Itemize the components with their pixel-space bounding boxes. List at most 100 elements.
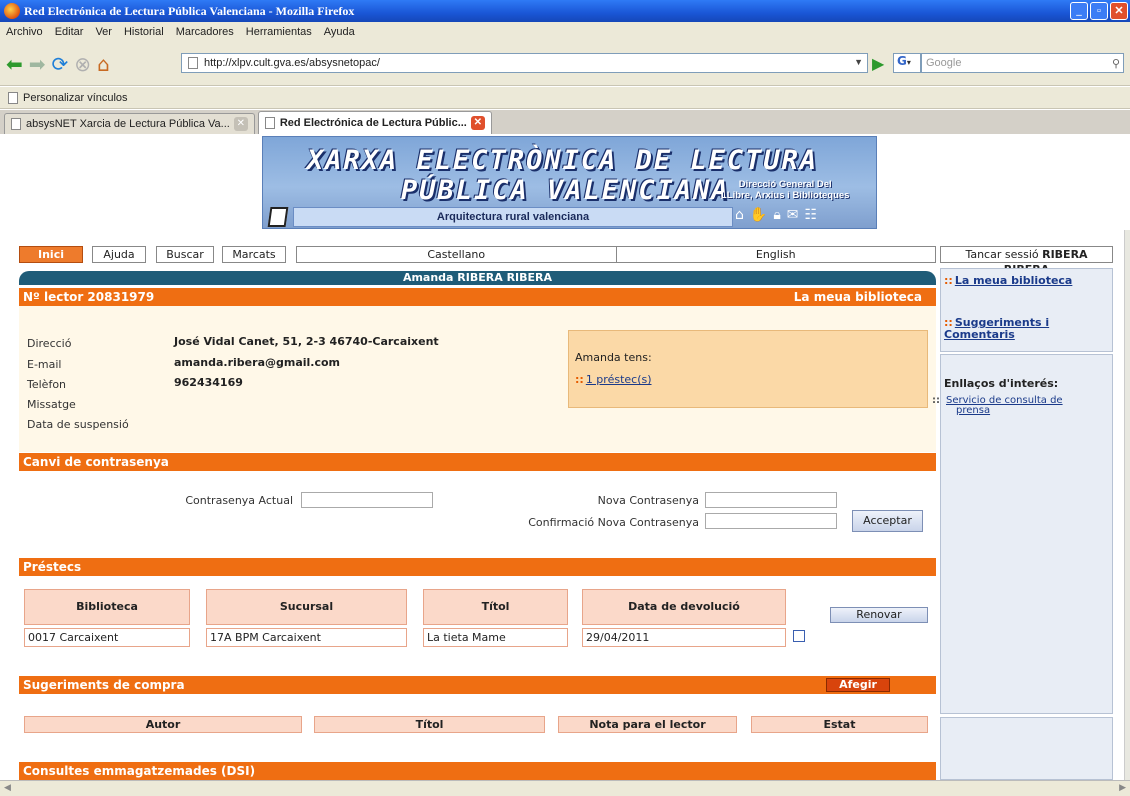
menu-herramientas[interactable]: Herramientas xyxy=(246,26,312,38)
maximize-button[interactable]: ▫ xyxy=(1090,2,1108,20)
password-form: Contrasenya Actual Nova Contrasenya Conf… xyxy=(19,471,936,557)
horizontal-scrollbar[interactable]: ◀ ▶ xyxy=(0,780,1130,796)
message-label: Missatge xyxy=(27,398,76,411)
address-label: Direcció xyxy=(27,337,72,350)
sitemap-icon[interactable]: ☷ xyxy=(805,207,818,223)
sg-col-estat: Estat xyxy=(751,716,928,733)
go-arrow-icon[interactable]: ▶ xyxy=(872,54,884,73)
tab-page-icon xyxy=(11,118,21,130)
new-password-input[interactable] xyxy=(705,492,837,508)
user-name-bar: Amanda RIBERA RIBERA xyxy=(19,271,936,285)
menu-ayuda[interactable]: Ayuda xyxy=(324,26,355,38)
sidebar-links-box: Enllaços d'interés: :: Servicio de consul… xyxy=(932,354,1113,714)
sidebar-press-link[interactable]: :: Servicio de consulta de prensa xyxy=(932,396,1094,416)
loans-header: Préstecs xyxy=(19,558,936,576)
loan-titol: La tieta Mame xyxy=(423,628,568,647)
english-link[interactable]: English xyxy=(615,247,936,262)
buscar-button[interactable]: Buscar xyxy=(156,246,214,263)
confirm-password-label: Confirmació Nova Contrasenya xyxy=(528,516,699,529)
reader-header: Nº lector 20831979 La meua biblioteca xyxy=(19,288,936,306)
password-header: Canvi de contrasenya xyxy=(19,453,936,471)
renew-button[interactable]: Renovar xyxy=(830,607,928,623)
address-value: José Vidal Canet, 51, 2-3 46740-Carcaixe… xyxy=(174,335,439,348)
forward-arrow-icon[interactable]: ➡ xyxy=(29,52,46,76)
menu-marcadores[interactable]: Marcadores xyxy=(176,26,234,38)
tab-red-electronica[interactable]: Red Electrónica de Lectura Públic... ✕ xyxy=(257,111,492,134)
sidebar-top-box: :: La meua biblioteca :: Suggeriments i Co… xyxy=(940,268,1113,352)
loans-col-sucursal: Sucursal xyxy=(206,589,407,625)
email-label: E-mail xyxy=(27,358,62,371)
lock-icon[interactable]: 🔒︎ xyxy=(773,207,780,223)
minimize-button[interactable]: _ xyxy=(1070,2,1088,20)
search-engine-icon[interactable]: G▾ xyxy=(893,53,921,73)
tab-label: absysNET Xarcia de Lectura Pública Va... xyxy=(26,118,230,130)
suggestions-table: Autor Títol Nota para el lector Estat xyxy=(19,694,936,762)
suggestions-header: Sugeriments de compra Afegir xyxy=(19,676,936,694)
page-icon xyxy=(188,57,198,69)
scroll-left-icon[interactable]: ◀ xyxy=(4,783,11,793)
current-password-input[interactable] xyxy=(301,492,433,508)
menu-historial[interactable]: Historial xyxy=(124,26,164,38)
search-input[interactable]: Google ⚲ xyxy=(921,53,1124,73)
house-icon[interactable]: ⌂ xyxy=(735,207,744,223)
reload-icon[interactable]: ⟳ xyxy=(52,52,69,76)
search-icon[interactable]: ⚲ xyxy=(1112,55,1120,73)
sg-col-titol: Títol xyxy=(314,716,545,733)
sg-col-autor: Autor xyxy=(24,716,302,733)
mail-icon[interactable]: ✉ xyxy=(787,207,799,223)
url-bar[interactable]: http://xlpv.cult.gva.es/absysnetopac/ ▼ xyxy=(181,53,868,73)
language-bar: Castellano English xyxy=(296,246,936,263)
inici-button[interactable]: Inici xyxy=(19,246,83,263)
back-arrow-icon[interactable]: ⬅ xyxy=(6,52,23,76)
ajuda-button[interactable]: Ajuda xyxy=(92,246,146,263)
accept-button[interactable]: Acceptar xyxy=(852,510,923,532)
reader-number: Nº lector 20831979 xyxy=(23,290,155,304)
sidebar-my-library-link[interactable]: :: La meua biblioteca xyxy=(944,275,1072,287)
tab-absysnet[interactable]: absysNET Xarcia de Lectura Pública Va...… xyxy=(4,113,255,134)
marcats-button[interactable]: Marcats xyxy=(222,246,286,263)
help-icon[interactable]: ✋ xyxy=(750,207,767,223)
vertical-scrollbar[interactable] xyxy=(1124,230,1130,780)
suspension-label: Data de suspensió xyxy=(27,418,129,431)
sidebar-suggestions-link[interactable]: :: Suggeriments i Comentaris xyxy=(944,317,1084,341)
tab-strip: absysNET Xarcia de Lectura Pública Va...… xyxy=(0,110,1130,134)
banner-dg: Direcció General Del LLibre, Arxius i Bi… xyxy=(721,179,850,201)
close-button[interactable]: ✕ xyxy=(1110,2,1128,20)
url-text: http://xlpv.cult.gva.es/absysnetopac/ xyxy=(204,57,380,69)
loan-sucursal: 17A BPM Carcaixent xyxy=(206,628,407,647)
add-suggestion-button[interactable]: Afegir xyxy=(826,678,890,692)
url-dropdown-icon[interactable]: ▼ xyxy=(854,57,863,67)
email-value: amanda.ribera@gmail.com xyxy=(174,356,341,369)
site-banner: XARXA ELECTRÒNICA DE LECTURA PÚBLICA VAL… xyxy=(262,136,877,229)
banner-title-line1: XARXA ELECTRÒNICA DE LECTURA xyxy=(307,145,819,176)
confirm-password-input[interactable] xyxy=(705,513,837,529)
menu-archivo[interactable]: Archivo xyxy=(6,26,43,38)
home-icon[interactable]: ⌂ xyxy=(97,52,110,76)
loan-count-link[interactable]: :: 1 préstec(s) xyxy=(575,373,652,386)
window-titlebar: Red Electrónica de Lectura Pública Valen… xyxy=(0,0,1130,22)
banner-icons: ⌂ ✋ 🔒︎ ✉ ☷ xyxy=(735,207,817,223)
banner-title-line2: PÚBLICA VALENCIANA xyxy=(401,175,730,206)
sg-col-nota: Nota para el lector xyxy=(558,716,737,733)
bullet-icon: :: xyxy=(944,274,953,287)
tab-close-icon[interactable]: ✕ xyxy=(233,117,248,131)
menu-editar[interactable]: Editar xyxy=(55,26,84,38)
loan-summary-box: Amanda tens: :: 1 préstec(s) xyxy=(568,330,928,408)
logout-button[interactable]: Tancar sessió RIBERA RIBERA xyxy=(940,246,1113,276)
scroll-right-icon[interactable]: ▶ xyxy=(1119,783,1126,793)
bookmark-personalizar[interactable]: Personalizar vínculos xyxy=(23,92,128,104)
renew-checkbox[interactable] xyxy=(793,630,805,642)
loans-col-titol: Títol xyxy=(423,589,568,625)
menu-bar: Archivo Editar Ver Historial Marcadores … xyxy=(0,22,1130,42)
window-title: Red Electrónica de Lectura Pública Valen… xyxy=(24,3,355,18)
menu-ver[interactable]: Ver xyxy=(95,26,112,38)
loans-col-data: Data de devolució xyxy=(582,589,786,625)
loans-col-biblioteca: Biblioteca xyxy=(24,589,190,625)
tab-close-icon[interactable]: ✕ xyxy=(470,116,485,130)
bullet-icon: :: xyxy=(575,373,584,386)
castellano-link[interactable]: Castellano xyxy=(297,247,616,262)
book-icon xyxy=(267,207,289,227)
bookmark-page-icon xyxy=(8,91,18,104)
stop-icon[interactable]: ⊗ xyxy=(74,52,91,76)
loan-summary-text: Amanda tens: xyxy=(575,351,652,364)
